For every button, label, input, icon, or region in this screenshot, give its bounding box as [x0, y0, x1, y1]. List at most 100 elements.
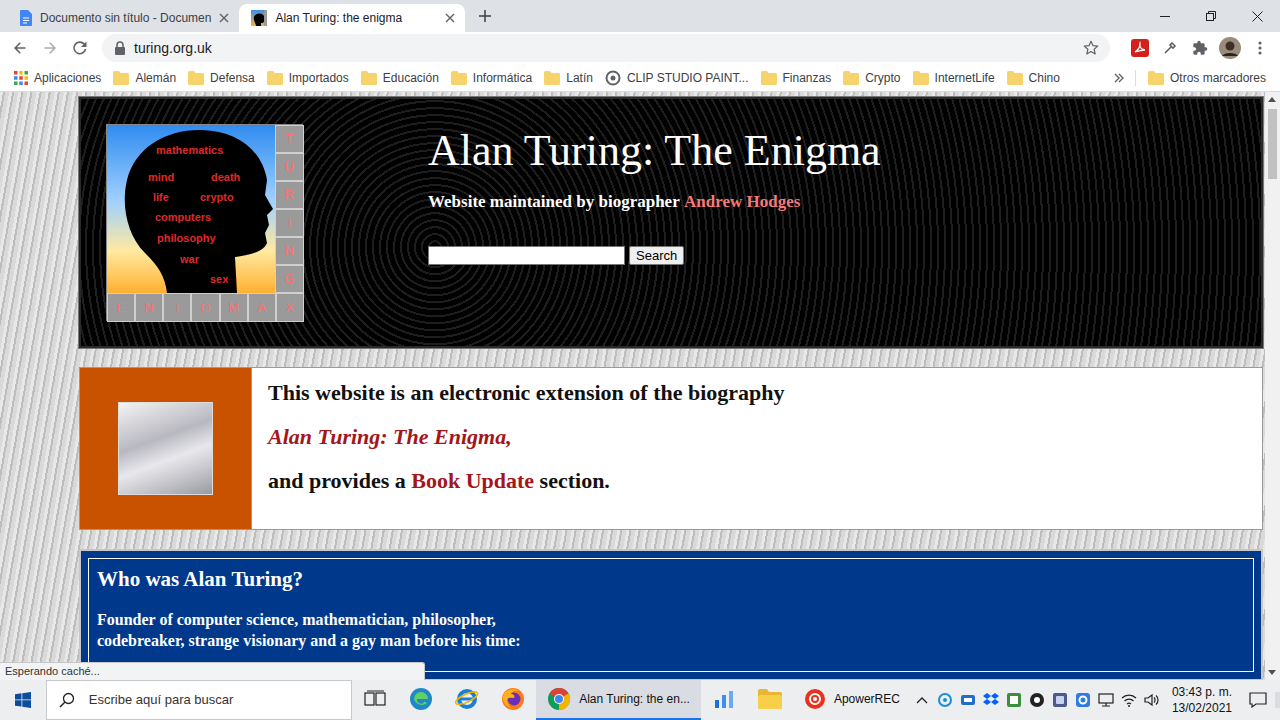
book-update-link[interactable]: Book Update [411, 468, 534, 493]
search-button[interactable]: Search [629, 246, 684, 265]
scrollbar[interactable] [1265, 92, 1280, 680]
scroll-down-icon[interactable] [1268, 670, 1276, 675]
url[interactable]: turing.org.uk [134, 38, 1074, 59]
scroll-thumb[interactable] [1268, 109, 1277, 179]
status-bubble: Esperando caché... [0, 662, 425, 680]
bookmark[interactable]: Crypto [837, 66, 906, 90]
bookmark-label[interactable]: InternetLife [935, 69, 995, 87]
taskbar-app[interactable]: ApowerREC [793, 680, 911, 720]
taskbar-app[interactable] [352, 680, 398, 720]
tab-label[interactable]: Documento sin título - Documen [40, 9, 211, 27]
extension-tool-icon[interactable] [1156, 34, 1184, 62]
clock-time[interactable]: 03:43 p. m. [1172, 684, 1232, 700]
forward-icon[interactable] [36, 34, 64, 62]
bookmark[interactable]: Aplicaciones [8, 66, 107, 90]
tray-app-icon[interactable] [1003, 692, 1026, 708]
taskbar-app[interactable] [747, 680, 793, 720]
bookmark-label[interactable]: Educación [383, 69, 439, 87]
taskbar-app[interactable] [701, 680, 747, 720]
maintainer-line: Website maintained by biographerAndrew H… [428, 191, 881, 213]
bookmark[interactable]: Latín [538, 66, 599, 90]
bookmark[interactable]: Defensa [182, 66, 261, 90]
bookmark-label[interactable]: Chino [1029, 69, 1060, 87]
firefox-icon[interactable] [501, 687, 525, 711]
box-icon[interactable] [957, 692, 980, 708]
bookmark[interactable]: Alemán [107, 66, 182, 90]
volume-icon[interactable] [1141, 692, 1164, 708]
close-tab-icon[interactable] [445, 13, 455, 23]
bookmark-label[interactable]: Importados [289, 69, 349, 87]
logo-word: mathematics [156, 144, 223, 157]
close-tab-icon[interactable] [219, 13, 229, 23]
bars-icon[interactable] [713, 688, 735, 710]
reload-icon[interactable] [66, 34, 94, 62]
new-tab-icon[interactable] [471, 2, 499, 30]
clock[interactable]: 03:43 p. m. 13/02/2021 [1164, 684, 1240, 716]
bookmark[interactable]: Chino [1001, 66, 1066, 90]
chrome-icon[interactable] [547, 687, 571, 711]
bookmark-label[interactable]: Finanzas [783, 69, 832, 87]
book-link[interactable]: Alan Turing: The Enigma, [268, 424, 512, 449]
bookmark-label[interactable]: Latín [566, 69, 593, 87]
wifi-icon[interactable] [1118, 693, 1141, 707]
bookmark[interactable]: Educación [355, 66, 445, 90]
tab-label[interactable]: Alan Turing: the enigma [275, 9, 437, 27]
other-bookmarks[interactable]: Otros marcadores [1142, 66, 1272, 90]
scroll-up-icon[interactable] [1268, 97, 1276, 102]
tray-app-icon[interactable] [1026, 692, 1049, 708]
close-icon[interactable] [1234, 0, 1280, 32]
tray-app-icon[interactable] [934, 692, 957, 708]
notification-icon[interactable] [1240, 692, 1280, 708]
ie-icon[interactable] [455, 687, 479, 711]
bookmark[interactable]: Informática [445, 66, 538, 90]
bookmark[interactable]: Finanzas [755, 66, 838, 90]
header-text: Alan Turing: The Enigma Website maintain… [428, 124, 881, 346]
show-hidden-icon[interactable] [911, 696, 934, 704]
clock-date[interactable]: 13/02/2021 [1172, 700, 1232, 716]
tray-app-icon[interactable] [1072, 692, 1095, 708]
taskbar-app-label[interactable]: ApowerREC [834, 690, 900, 708]
bookmark-label[interactable]: Crypto [865, 69, 900, 87]
menu-icon[interactable] [1246, 34, 1274, 62]
system-tray: 03:43 p. m. 13/02/2021 [911, 680, 1280, 720]
bookmark-label[interactable]: Alemán [135, 69, 176, 87]
folder-icon[interactable] [758, 689, 782, 709]
network-icon[interactable] [1095, 692, 1118, 708]
windows-start-icon[interactable] [0, 680, 46, 720]
taskbar-app-label[interactable]: Alan Turing: the en... [579, 690, 690, 708]
bookmark[interactable]: CLIP STUDIO PAINT... [599, 66, 755, 90]
bookmark-label[interactable]: Informática [473, 69, 532, 87]
search-placeholder[interactable]: Escribe aquí para buscar [89, 690, 234, 710]
edge-icon[interactable] [409, 687, 433, 711]
more-bookmarks-icon[interactable] [1109, 72, 1129, 84]
taskview-icon[interactable] [364, 690, 386, 708]
taskbar-app[interactable] [398, 680, 444, 720]
back-icon[interactable] [6, 34, 34, 62]
apower-icon[interactable] [804, 688, 826, 710]
tray-app-icon[interactable] [1049, 692, 1072, 708]
book-cover-picture[interactable] [118, 402, 213, 495]
puzzle-icon[interactable] [1186, 34, 1214, 62]
bookmark-label[interactable]: Defensa [210, 69, 255, 87]
bookmark-label[interactable]: Aplicaciones [34, 69, 101, 87]
minimize-icon[interactable] [1142, 0, 1188, 32]
acrobat-icon[interactable] [1126, 34, 1154, 62]
bookmark[interactable]: InternetLife [907, 66, 1001, 90]
taskbar-app[interactable] [444, 680, 490, 720]
star-icon[interactable] [1082, 39, 1100, 57]
browser-tab[interactable]: Documento sin título - Documen [8, 4, 239, 32]
other-bookmarks-label[interactable]: Otros marcadores [1170, 69, 1266, 87]
lock-icon[interactable] [114, 41, 126, 55]
address-bar[interactable]: turing.org.uk [102, 34, 1110, 62]
search-input[interactable] [428, 246, 625, 265]
bookmark-label[interactable]: CLIP STUDIO PAINT... [627, 69, 749, 87]
author-link[interactable]: Andrew Hodges [684, 192, 800, 211]
dropbox-icon[interactable] [980, 692, 1003, 708]
taskbar-search[interactable]: Escribe aquí para buscar [46, 680, 352, 720]
bookmark[interactable]: Importados [261, 66, 355, 90]
browser-tab[interactable]: Alan Turing: the enigma [239, 4, 465, 32]
restore-icon[interactable] [1188, 0, 1234, 32]
taskbar-app[interactable] [490, 680, 536, 720]
avatar-icon[interactable] [1216, 34, 1244, 62]
taskbar-app[interactable]: Alan Turing: the en... [536, 680, 701, 720]
